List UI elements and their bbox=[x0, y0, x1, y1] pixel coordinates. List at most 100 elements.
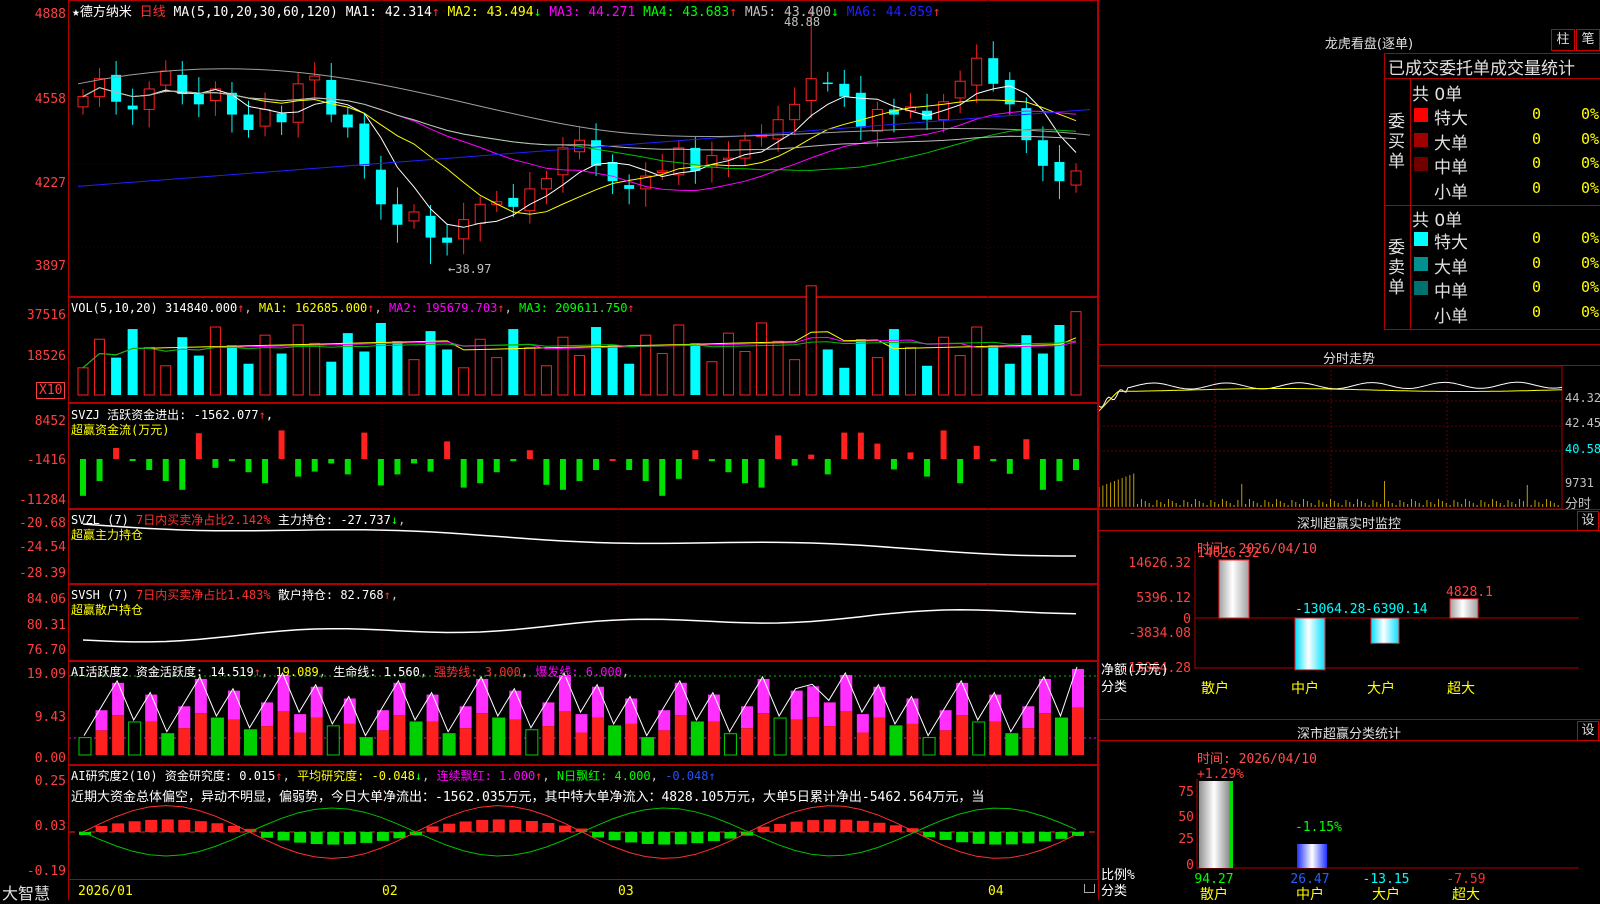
ai-active-bar bbox=[409, 721, 423, 756]
classify-axis-label: 25 bbox=[1178, 832, 1194, 847]
intraday-vol-label: 9731 bbox=[1565, 476, 1594, 490]
ai-research-bar bbox=[608, 832, 621, 841]
ai-research-bar bbox=[294, 832, 307, 843]
volume-bar bbox=[193, 355, 204, 395]
monitor-value-label: -13064.28 bbox=[1295, 602, 1365, 617]
bar-view-button[interactable]: 柱 bbox=[1551, 29, 1575, 51]
period-label[interactable]: 日线 bbox=[140, 5, 166, 20]
svzj-bar bbox=[659, 459, 666, 496]
buy-color-swatch bbox=[1414, 132, 1428, 147]
svzl-axis-label: -28.39 bbox=[19, 566, 66, 581]
ai-active-bar bbox=[840, 675, 853, 711]
volume-bar bbox=[442, 349, 453, 395]
buy-row-count: 0 bbox=[1531, 178, 1541, 197]
sell-row-name: 中单 bbox=[1434, 282, 1468, 302]
ai-active-bar bbox=[856, 714, 869, 733]
svzj-bar bbox=[146, 459, 153, 470]
ai-active-bar bbox=[476, 678, 489, 714]
buy-row-percent: 0% bbox=[1580, 129, 1599, 148]
candle-body bbox=[326, 79, 337, 115]
ai-active-bar bbox=[178, 728, 191, 755]
candle-body bbox=[342, 114, 353, 128]
volume-bar bbox=[988, 345, 999, 395]
buy-row-percent: 0% bbox=[1580, 154, 1599, 172]
ai-active-bar bbox=[210, 717, 224, 756]
sell-color-swatch bbox=[1414, 256, 1428, 271]
lock-icon bbox=[1084, 884, 1095, 893]
ai-research-bar bbox=[426, 826, 439, 832]
monitor-settings-button[interactable]: 设 bbox=[1577, 511, 1599, 531]
ai-active-bar bbox=[840, 711, 853, 755]
ma-arrow: ↓ bbox=[830, 5, 839, 20]
buy-orders-label: 委买单 bbox=[1388, 112, 1405, 172]
sell-color-swatch bbox=[1414, 232, 1428, 246]
svzj-bar bbox=[758, 459, 765, 488]
ma-value: MA1: 42.314 bbox=[345, 5, 432, 20]
svzj-bar bbox=[129, 459, 136, 461]
candle-body bbox=[871, 108, 883, 132]
monitor-bar bbox=[1294, 617, 1326, 671]
ai-active-bar bbox=[294, 714, 307, 733]
classify-chart[interactable]: 时间: 2026/04/10+1.29% -1.15% 75 50 25 0 比例%分类 94… bbox=[1099, 741, 1600, 900]
volume-bar bbox=[209, 326, 221, 396]
svzj-bar bbox=[344, 459, 351, 475]
svsh-subtitle: 超赢散户持仓 bbox=[71, 603, 144, 617]
ai-research-bar bbox=[840, 819, 853, 832]
volume-bar bbox=[1054, 324, 1065, 395]
ai-research-bar bbox=[707, 832, 720, 842]
svzj-axis-label: -1416 bbox=[26, 453, 66, 468]
ai-active-bar bbox=[658, 730, 671, 755]
tick-view-button[interactable]: 笔 bbox=[1576, 29, 1600, 51]
candle-body bbox=[474, 203, 486, 225]
candle-body bbox=[839, 83, 850, 97]
ai-active-bar bbox=[1022, 728, 1035, 755]
classify-axis-label: 0 bbox=[1186, 858, 1194, 873]
sell-row-count: 0 bbox=[1531, 302, 1541, 321]
svzj-bar bbox=[460, 459, 467, 488]
ai-active-bar bbox=[112, 715, 125, 755]
volume-bar bbox=[458, 367, 470, 396]
ai-active-bar bbox=[1072, 707, 1084, 755]
volume-bar bbox=[574, 355, 585, 396]
volume-bar bbox=[722, 332, 734, 396]
volume-bar bbox=[805, 285, 817, 396]
volume-bar bbox=[474, 338, 486, 396]
intraday-chart[interactable] bbox=[1099, 366, 1600, 509]
svsh-axis-label: 80.31 bbox=[26, 618, 66, 633]
ai-active-bar bbox=[956, 682, 969, 716]
ai-active-bar bbox=[823, 702, 836, 727]
monitor-axis-label: -3834.08 bbox=[1128, 626, 1191, 641]
ai-active-bar bbox=[1072, 668, 1084, 708]
sell-row-name: 特大 bbox=[1434, 233, 1468, 253]
ai-research-comment: 近期大资金总体偏空，异动不明显，偏弱势，今日大单净流出：-1562.035万元，… bbox=[71, 790, 985, 805]
svzj-bar bbox=[278, 430, 285, 459]
monitor-chart[interactable]: 时间: 2026/04/1014626.325396.120-3834.08-1… bbox=[1099, 531, 1600, 719]
ai-active-axis-label: 9.43 bbox=[34, 710, 66, 725]
ai-active-bar bbox=[575, 732, 588, 755]
right-panel: 龙虎看盘(逐单) 柱 笔 已成交委托单成交量统计 委买单 委卖单 共 0单 特大… bbox=[1098, 0, 1600, 900]
volume-bar bbox=[607, 345, 618, 395]
volume-bar bbox=[871, 357, 883, 396]
volume-bar bbox=[375, 322, 386, 395]
ai-active-bar bbox=[558, 711, 571, 755]
ai-active-axis-label: 19.09 bbox=[26, 667, 66, 682]
classify-settings-button[interactable]: 设 bbox=[1577, 721, 1599, 741]
volume-axis-label: 18526 bbox=[26, 349, 66, 364]
volume-bar bbox=[855, 339, 866, 395]
ai-research-bar bbox=[1005, 832, 1018, 845]
date-axis-label: 02 bbox=[382, 884, 398, 899]
favorite-star-icon[interactable]: ★ bbox=[72, 5, 80, 20]
main-chart-area[interactable]: 4888 4558 4227 3897 37516 18526 X10 8452… bbox=[0, 0, 1098, 903]
volume-header: VOL(5,10,20) 314840.000↑, MA1: 162685.00… bbox=[71, 301, 635, 315]
stock-name: 德方纳米 bbox=[79, 5, 132, 20]
ai-active-bar bbox=[1005, 733, 1019, 756]
ai-active-bar bbox=[757, 713, 770, 755]
ma-arrow: ↑ bbox=[729, 5, 738, 20]
svsh-axis-label: 84.06 bbox=[26, 592, 66, 607]
svzj-bar bbox=[957, 459, 964, 484]
sell-row-count: 0 bbox=[1531, 253, 1541, 272]
chart-canvas bbox=[69, 0, 1097, 880]
ai-active-bar bbox=[442, 733, 456, 756]
candle-body bbox=[359, 123, 370, 166]
ai-active-bar bbox=[426, 721, 439, 755]
